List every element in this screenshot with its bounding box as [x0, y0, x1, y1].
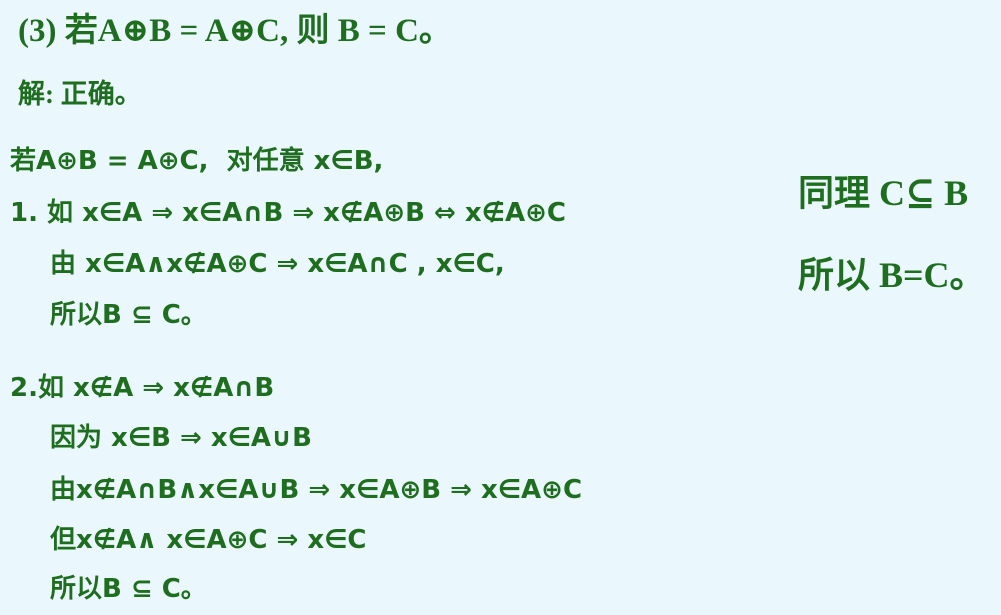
case2-line3: 由x∉A∩B∧x∈A∪B ⇒ x∈A⊕B ⇒ x∈A⊕C [50, 475, 583, 505]
case1-line2: 由 x∈A∧x∉A⊕C ⇒ x∈A∩C , x∈C, [50, 249, 505, 279]
case2-line2: 因为 x∈B ⇒ x∈A∪B [50, 423, 312, 453]
case1-line3: 所以B ⊆ C。 [50, 300, 207, 330]
case1-line1: 1. 如 x∈A ⇒ x∈A∩B ⇒ x∉A⊕B ⇔ x∉A⊕C [10, 198, 566, 228]
case2-line1: 2.如 x∉A ⇒ x∉A∩B [10, 373, 275, 403]
side-note-similarly: 同理 C⊆ B [798, 173, 969, 213]
answer-text: 解: 正确。 [18, 79, 142, 109]
problem-title: (3) 若A⊕B = A⊕C, 则 B = C。 [18, 13, 452, 49]
proof-intro: 若A⊕B = A⊕C, 对任意 x∈B, [10, 146, 384, 176]
case2-line4: 但x∉A∧ x∈A⊕C ⇒ x∈C [50, 525, 367, 555]
side-note-therefore: 所以 B=C。 [798, 255, 986, 295]
case2-line5: 所以B ⊆ C。 [50, 574, 207, 604]
